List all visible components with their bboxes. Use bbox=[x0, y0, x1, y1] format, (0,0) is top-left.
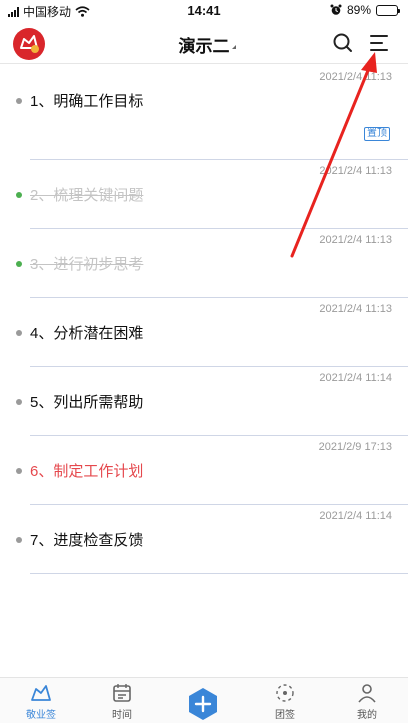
team-icon bbox=[276, 684, 294, 702]
note-time: 2021/2/4 11:13 bbox=[319, 71, 392, 83]
note-item[interactable]: 2021/2/4 11:13 3、进行初步思考 bbox=[0, 229, 408, 298]
note-divider bbox=[30, 573, 408, 574]
note-text: 1、明确工作目标 bbox=[30, 93, 144, 110]
add-icon[interactable] bbox=[186, 687, 220, 721]
notes-icon bbox=[31, 685, 51, 701]
tab-profile[interactable]: 我的 bbox=[332, 682, 402, 721]
tab-notes[interactable]: 敬业签 bbox=[6, 682, 76, 721]
note-time: 2021/2/4 11:13 bbox=[319, 165, 392, 177]
app-header: 演示二 bbox=[0, 22, 408, 64]
note-item[interactable]: 2021/2/9 17:13 6、制定工作计划 bbox=[0, 436, 408, 505]
calendar-icon bbox=[113, 684, 131, 702]
note-dot bbox=[16, 98, 22, 104]
tab-label: 敬业签 bbox=[26, 710, 56, 721]
note-time: 2021/2/4 11:13 bbox=[319, 303, 392, 315]
note-dot bbox=[16, 192, 22, 198]
note-item[interactable]: 2021/2/4 11:13 4、分析潜在困难 bbox=[0, 298, 408, 367]
note-dot bbox=[16, 261, 22, 267]
note-item[interactable]: 2021/2/4 11:13 2、梳理关键问题 bbox=[0, 160, 408, 229]
note-time: 2021/2/4 11:14 bbox=[319, 510, 392, 522]
search-icon[interactable] bbox=[330, 30, 356, 56]
tab-label: 我的 bbox=[357, 710, 377, 721]
pinned-badge: 置顶 bbox=[364, 127, 390, 141]
bottom-tab-bar: 敬业签 时间 团签 我的 bbox=[0, 677, 408, 723]
status-bar: 中国移动 14:41 89% bbox=[0, 0, 408, 22]
note-time: 2021/2/4 11:14 bbox=[319, 372, 392, 384]
note-dot bbox=[16, 468, 22, 474]
note-dot bbox=[16, 330, 22, 336]
tab-label: 时间 bbox=[112, 710, 132, 721]
tab-label: 团签 bbox=[275, 710, 295, 721]
note-text: 4、分析潜在困难 bbox=[30, 325, 144, 342]
note-text: 5、列出所需帮助 bbox=[30, 394, 144, 411]
tab-team[interactable]: 团签 bbox=[250, 682, 320, 721]
note-dot bbox=[16, 537, 22, 543]
battery-percent: 89% bbox=[346, 3, 371, 17]
title-dropdown-icon[interactable] bbox=[232, 45, 236, 49]
profile-icon bbox=[358, 684, 376, 703]
note-item[interactable]: 2021/2/4 11:14 5、列出所需帮助 bbox=[0, 367, 408, 436]
alarm-icon bbox=[330, 4, 342, 15]
note-text: 3、进行初步思考 bbox=[30, 256, 144, 273]
note-time: 2021/2/9 17:13 bbox=[318, 441, 392, 453]
menu-icon[interactable] bbox=[366, 30, 392, 56]
note-text: 2、梳理关键问题 bbox=[30, 187, 144, 204]
note-dot bbox=[16, 399, 22, 405]
note-text: 7、进度检查反馈 bbox=[30, 532, 144, 549]
note-item[interactable]: 2021/2/4 11:14 7、进度检查反馈 bbox=[0, 505, 408, 574]
tab-time[interactable]: 时间 bbox=[87, 682, 157, 721]
note-item[interactable]: 2021/2/4 11:13 1、明确工作目标 置顶 bbox=[0, 66, 408, 160]
note-time: 2021/2/4 11:13 bbox=[319, 234, 392, 246]
note-text: 6、制定工作计划 bbox=[30, 463, 144, 480]
battery-icon bbox=[376, 4, 400, 16]
status-right: 89% bbox=[330, 3, 400, 17]
